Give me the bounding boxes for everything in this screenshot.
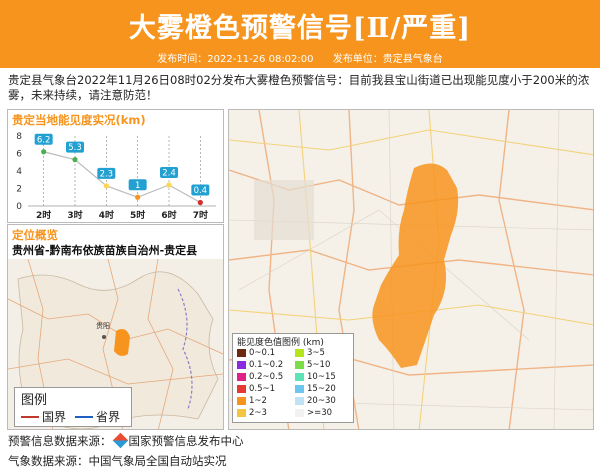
visibility-legend-item: 2~3 [237, 408, 267, 418]
visibility-point [41, 149, 47, 155]
location-subtitle: 贵州省-黔南布依族苗族自治州-贵定县 [12, 244, 198, 257]
legend-label: >=30 [307, 408, 333, 418]
legend-label: 5~10 [307, 360, 331, 370]
legend-swatch [295, 397, 304, 405]
footer-source-1: 预警信息数据来源： 国家预警信息发布中心 [8, 432, 244, 449]
visibility-point [72, 157, 78, 163]
legend-label: 0~0.1 [249, 348, 276, 358]
visibility-legend-item: 5~10 [295, 360, 330, 370]
visibility-chart: 0 2 4 6 8 6.2 2时 5.3 3时 2.3 4时 1 5时 2.4 6时 0.4 7时 [16, 132, 216, 221]
visibility-legend-item: 1~2 [237, 396, 267, 406]
value-label: 0.4 [194, 186, 208, 196]
x-tick-label: 5时 [130, 209, 145, 221]
visibility-legend-item: 15~20 [295, 384, 336, 394]
alert-title: 大雾橙色预警信号[Ⅱ/严重] [128, 13, 472, 44]
legend-swatch [295, 385, 304, 393]
visibility-color-legend: 能见度色值图例 (km) 0~0.1 0.1~0.2 0.2~0.5 0.5~1 1~2… [232, 333, 354, 423]
legend-label: 20~30 [307, 396, 336, 406]
legend-label: 0.5~1 [249, 384, 276, 394]
warning-center-logo-icon [112, 432, 128, 449]
y-tick-label: 0 [16, 202, 22, 212]
value-label: 1 [135, 181, 140, 191]
footer-source-2: 气象数据来源：中国气象局全国自动站实况 [8, 454, 227, 468]
legend-swatch [295, 409, 304, 417]
legend-swatch [237, 409, 246, 417]
value-label: 2.4 [162, 169, 176, 179]
source1-value: 国家预警信息发布中心 [128, 434, 244, 448]
legend-swatch [237, 361, 246, 369]
legend-label: 10~15 [307, 372, 336, 382]
value-label: 5.3 [68, 143, 82, 153]
legend-label: 0.1~0.2 [249, 360, 284, 370]
publish-unit: 发布单位：贵定县气象台 [332, 54, 443, 65]
y-tick-label: 6 [16, 150, 22, 160]
visibility-legend-item: 0.5~1 [237, 384, 275, 394]
legend-swatch [237, 397, 246, 405]
alert-header: 大雾橙色预警信号[Ⅱ/严重] 发布时间：2022-11-26 08:02:00 … [0, 0, 600, 68]
city-label: 贵阳 [96, 322, 110, 330]
alert-description: 贵定县气象台2022年11月26日08时02分发布大雾橙色预警信号：目前我县宝山… [8, 73, 590, 102]
visibility-legend-item: 0.1~0.2 [237, 360, 283, 370]
alert-meta: 发布时间：2022-11-26 08:02:00 发布单位：贵定县气象台 [0, 50, 600, 65]
city-area [254, 180, 314, 240]
location-panel: 定位概览 贵州省-黔南布依族苗族自治州-贵定县 贵阳 图例 国界 省界 [7, 224, 224, 430]
map-legend-title: 图例 [21, 393, 48, 408]
visibility-legend-item: >=30 [295, 408, 332, 418]
legend-label: 3~5 [307, 348, 325, 358]
county-highlight [114, 329, 130, 356]
legend-swatch [295, 361, 304, 369]
visibility-legend-item: 20~30 [295, 396, 336, 406]
legend-national-border: 国界 [21, 408, 66, 425]
value-label: 6.2 [37, 135, 51, 145]
visibility-legend-item: 3~5 [295, 348, 325, 358]
legend-swatch [295, 349, 304, 357]
y-tick-label: 2 [16, 185, 22, 195]
x-tick-label: 2时 [36, 209, 51, 221]
x-tick-label: 3时 [67, 209, 82, 221]
y-tick-label: 4 [16, 167, 22, 177]
visibility-panel: 贵定当地能见度实况(km) 0 2 4 6 8 6.2 2时 5.3 3时 2.3 4时 1 5时 2.4… [7, 109, 224, 223]
visibility-panel-title: 贵定当地能见度实况(km) [12, 113, 146, 127]
legend-swatch [237, 349, 246, 357]
legend-swatch [295, 373, 304, 381]
y-tick-label: 8 [16, 132, 22, 142]
map-legend: 图例 国界 省界 [14, 387, 132, 427]
visibility-point [197, 199, 203, 206]
national-border-line-icon [21, 415, 39, 418]
visibility-legend-item: 0.2~0.5 [237, 372, 283, 382]
legend-label: 0.2~0.5 [249, 372, 284, 382]
visibility-legend-title: 能见度色值图例 (km) [237, 338, 324, 348]
legend-province-border: 省界 [75, 408, 120, 425]
publish-time: 发布时间：2022-11-26 08:02:00 [157, 54, 314, 65]
value-label: 2.3 [100, 169, 114, 179]
x-tick-label: 7时 [193, 209, 208, 221]
visibility-point [103, 183, 109, 189]
visibility-legend-item: 10~15 [295, 372, 336, 382]
legend-label: 15~20 [307, 384, 336, 394]
legend-label: 2~3 [249, 408, 267, 418]
fog-warning-area [372, 163, 459, 368]
x-tick-label: 6时 [161, 209, 176, 221]
legend-label: 1~2 [249, 396, 267, 406]
visibility-point [135, 194, 141, 200]
legend-swatch [237, 373, 246, 381]
visibility-legend-item: 0~0.1 [237, 348, 275, 358]
visibility-point [166, 182, 172, 188]
legend-swatch [237, 385, 246, 393]
province-border-line-icon [75, 415, 93, 418]
x-tick-label: 4时 [99, 209, 114, 221]
